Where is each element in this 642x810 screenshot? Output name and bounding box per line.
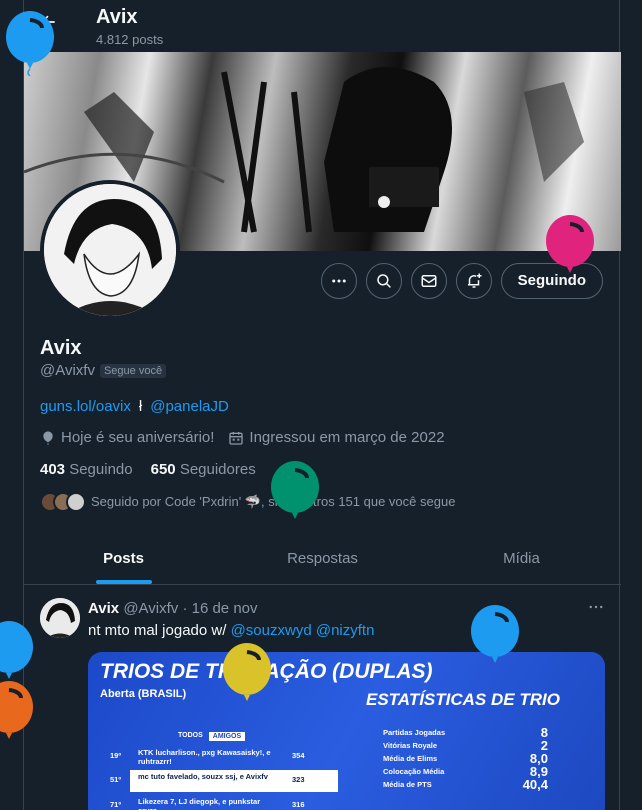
followed-by-text: Seguido por Code 'Pxdrin' 🦈, siz e outro…	[91, 494, 456, 509]
tab-posts-label: Posts	[103, 550, 144, 567]
stat-label: Média de Elims	[383, 754, 438, 763]
post-more-button[interactable]	[587, 598, 605, 621]
profile-name: Avix	[40, 337, 82, 359]
follows-you-badge: Segue você	[99, 363, 167, 378]
website-link[interactable]: guns.lol/oavix	[40, 398, 131, 415]
rank-names: Likezera 7, LJ diegopk, e punkstar cryzz	[138, 797, 261, 810]
rank-score: 323	[292, 775, 305, 784]
follow-counts: 403 Seguindo 650 Seguidores	[40, 461, 256, 478]
post-date[interactable]: · 16 de nov	[182, 600, 257, 617]
bell-plus-icon	[467, 273, 482, 288]
mail-icon	[421, 275, 437, 287]
notify-button[interactable]	[455, 263, 492, 299]
profile-tabs: Posts Respostas Mídia	[24, 533, 621, 585]
avatar	[66, 492, 86, 512]
search-button[interactable]	[365, 263, 402, 299]
profile-bio-links: guns.lol/oavix ł @panelaJD	[40, 398, 229, 415]
tab-posts[interactable]: Posts	[24, 533, 223, 584]
following-count: 403	[40, 461, 66, 478]
media-subtitle: Aberta (BRASIL)	[100, 688, 187, 700]
more-icon	[331, 279, 346, 283]
tab-media-label: Mídia	[503, 550, 540, 567]
stat-row: Vitórias Royale 2	[383, 738, 548, 754]
bio-separator: ł	[138, 398, 143, 415]
following-button[interactable]: Seguindo	[500, 263, 603, 299]
bio-mention-link[interactable]: @panelaJD	[150, 398, 229, 415]
media-tabs: TODOS AMIGOS	[178, 732, 246, 741]
profile-actions: Seguindo	[320, 263, 603, 299]
active-tab-indicator	[95, 580, 152, 584]
followers-label: Seguidores	[179, 461, 256, 478]
birthday-text: Hoje é seu aniversário!	[61, 429, 215, 446]
post-mention[interactable]: @nizyftn	[316, 622, 375, 639]
post[interactable]: Avix @Avixfv · 16 de nov nt mto mal joga…	[24, 586, 621, 810]
profile-handle: @Avixfv	[40, 362, 95, 379]
tab-media[interactable]: Mídia	[422, 533, 621, 584]
stat-label: Partidas Jogadas	[383, 728, 446, 737]
rank-names: mc tuto favelado, souzx ssj, e Avixfv	[138, 772, 268, 781]
post-mention[interactable]: @souzxwyd	[231, 622, 312, 639]
post-media[interactable]: TRIOS DE TROCAÇÃO (DUPLAS) Aberta (BRASI…	[88, 652, 605, 810]
rank-position: 19º	[110, 751, 122, 760]
rank-score: 316	[292, 800, 305, 809]
header-post-count: 4.812 posts	[96, 32, 164, 47]
profile-avatar[interactable]	[40, 180, 180, 320]
profile-column: Avix 4.812 posts Seguindo Avix @Avixfv S…	[23, 0, 621, 810]
post-header: Avix @Avixfv · 16 de nov	[88, 600, 258, 617]
arrow-left-icon	[41, 15, 55, 29]
stat-row: Partidas Jogadas 8	[383, 725, 548, 741]
profile-handle-row: @Avixfv Segue você	[40, 362, 167, 379]
rank-score: 354	[292, 751, 305, 760]
post-handle[interactable]: @Avixfv	[123, 600, 178, 617]
media-tab-friends: AMIGOS	[208, 732, 246, 741]
avatar-image	[44, 184, 176, 316]
search-icon	[376, 274, 391, 288]
profile-meta: Hoje é seu aniversário! Ingressou em mar…	[40, 429, 445, 446]
trio-stats: Partidas Jogadas 8 Vitórias Royale 2 Média…	[383, 725, 548, 793]
message-button[interactable]	[410, 263, 447, 299]
post-text-body: nt mto mal jogado w/	[88, 622, 231, 639]
stat-row: Média de PTS 40,4	[383, 777, 548, 793]
followers-link[interactable]: 650 Seguidores	[151, 461, 256, 478]
post-text: nt mto mal jogado w/ @souzxwyd @nizyftn	[88, 622, 374, 639]
following-label: Seguindo	[69, 461, 133, 478]
header-name: Avix	[96, 6, 138, 28]
back-button[interactable]	[38, 12, 60, 34]
stat-label: Colocação Média	[383, 767, 445, 776]
more-button[interactable]	[320, 263, 357, 299]
rank-names: KTK lucharlison., pxg Kawasaisky!, e ruh…	[138, 748, 271, 766]
tab-replies[interactable]: Respostas	[223, 533, 422, 584]
post-author[interactable]: Avix	[88, 600, 119, 617]
followed-by-row[interactable]: Seguido por Code 'Pxdrin' 🦈, siz e outro…	[40, 492, 455, 512]
following-link[interactable]: 403 Seguindo	[40, 461, 133, 478]
stat-label: Vitórias Royale	[383, 741, 438, 750]
balloon-icon	[43, 430, 53, 445]
stat-value: 40,4	[522, 777, 548, 792]
post-avatar[interactable]	[40, 598, 80, 638]
profile-header: Avix 4.812 posts	[24, 0, 621, 52]
stat-label: Média de PTS	[383, 780, 432, 789]
followers-count: 650	[150, 461, 176, 478]
joined-item: Ingressou em março de 2022	[228, 429, 445, 446]
rank-position: 51º	[110, 775, 122, 784]
calendar-icon	[229, 431, 244, 445]
followed-by-avatars	[40, 492, 86, 512]
media-tab-all: TODOS	[178, 732, 203, 739]
stat-row: Média de Elims 8,0	[383, 751, 548, 767]
media-stats-title: ESTATÍSTICAS DE TRIO	[366, 690, 560, 709]
joined-text: Ingressou em março de 2022	[249, 429, 445, 446]
birthday-item: Hoje é seu aniversário!	[40, 429, 214, 446]
post-avatar-image	[40, 598, 80, 638]
rank-position: 71º	[110, 800, 122, 809]
tab-replies-label: Respostas	[287, 550, 358, 567]
more-icon	[589, 605, 603, 609]
media-title: TRIOS DE TROCAÇÃO (DUPLAS)	[100, 660, 433, 683]
